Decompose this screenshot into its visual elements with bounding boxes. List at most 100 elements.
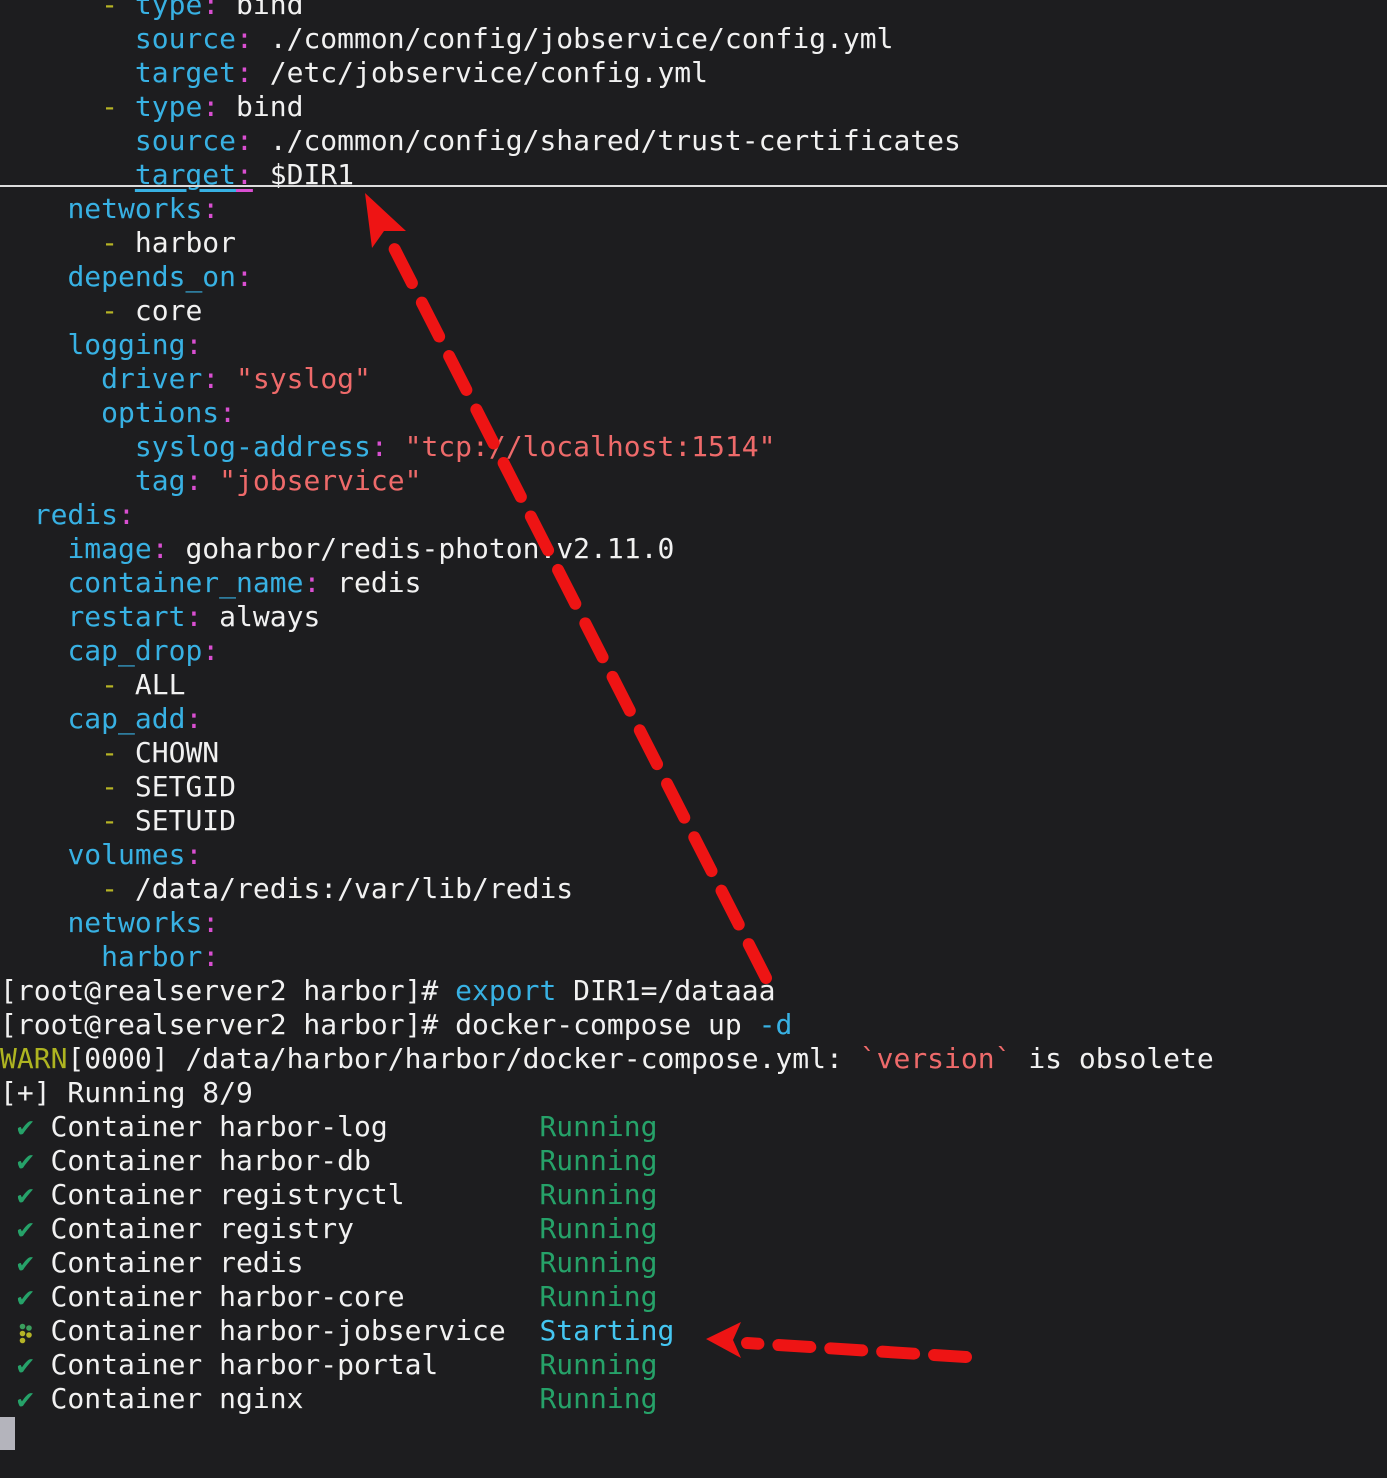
terminal-text-segment <box>0 294 101 327</box>
terminal-text-segment: : <box>202 634 219 667</box>
terminal-text-segment: "jobservice" <box>219 464 421 497</box>
terminal-text-segment: Container harbor-db <box>34 1144 540 1177</box>
terminal-text-segment <box>0 804 101 837</box>
terminal-text-segment <box>0 1382 17 1415</box>
terminal-text-segment <box>0 1110 17 1143</box>
terminal-line: tag: "jobservice" <box>0 464 1214 498</box>
terminal-line: - SETGID <box>0 770 1214 804</box>
terminal-text-segment <box>0 1348 17 1381</box>
terminal-text-segment: is obsolete <box>1011 1042 1213 1075</box>
terminal-text-segment: ./common/config/jobservice/config.yml <box>253 22 894 55</box>
terminal-line: source: ./common/config/shared/trust-cer… <box>0 124 1214 158</box>
terminal-text-segment: bind <box>219 0 303 21</box>
terminal-text-segment <box>0 940 101 973</box>
terminal-text-segment: Container registry <box>34 1212 540 1245</box>
terminal-line: harbor: <box>0 940 1214 974</box>
terminal-text-segment: Running <box>539 1110 657 1143</box>
terminal-text-segment <box>0 328 67 361</box>
terminal-text-segment: - <box>101 294 118 327</box>
terminal-text-segment <box>0 600 67 633</box>
terminal-text-segment: harbor <box>101 940 202 973</box>
terminal-line: depends_on: <box>0 260 1214 294</box>
terminal-line: ✔ Container harbor-log Running <box>0 1110 1214 1144</box>
check-icon: ✔ <box>17 1348 34 1382</box>
terminal-text-segment: /etc/jobservice/config.yml <box>253 56 708 89</box>
terminal-text-segment: source <box>135 22 236 55</box>
terminal-text-segment: "tcp://localhost:1514" <box>405 430 776 463</box>
terminal-line: - type: bind <box>0 90 1214 124</box>
terminal-text-segment <box>0 838 67 871</box>
terminal-text-segment <box>0 396 101 429</box>
terminal-text-segment: - <box>101 770 118 803</box>
terminal-text-segment: networks <box>67 906 202 939</box>
terminal-text-segment: "syslog" <box>236 362 371 395</box>
terminal-text-segment: : <box>202 906 219 939</box>
terminal-line: volumes: <box>0 838 1214 872</box>
terminal-text-segment: - <box>101 668 118 701</box>
terminal-line: ✔ Container harbor-db Running <box>0 1144 1214 1178</box>
terminal-text-segment: type <box>135 90 202 123</box>
terminal-line: - SETUID <box>0 804 1214 838</box>
terminal-line: cap_add: <box>0 702 1214 736</box>
terminal-text-segment: WARN <box>0 1042 67 1075</box>
terminal-text-segment: [0000] /data/harbor/harbor/docker-compos… <box>67 1042 859 1075</box>
terminal-text-segment: : <box>236 56 253 89</box>
terminal-line: - CHOWN <box>0 736 1214 770</box>
terminal-text-segment: : <box>202 940 219 973</box>
terminal-text-segment: Running <box>539 1348 657 1381</box>
terminal-line: ✔ Container harbor-core Running <box>0 1280 1214 1314</box>
terminal-text-segment <box>0 56 135 89</box>
terminal-line: ✔ Container registryctl Running <box>0 1178 1214 1212</box>
terminal-text-segment: DIR1=/dataaa <box>556 974 775 1007</box>
terminal-line: - type: bind <box>0 0 1214 22</box>
terminal-line: options: <box>0 396 1214 430</box>
terminal-text-segment <box>202 464 219 497</box>
terminal-text-segment: Running <box>539 1382 657 1415</box>
terminal-text-segment: options <box>101 396 219 429</box>
terminal-text-segment <box>0 124 135 157</box>
terminal-text-segment: type <box>135 0 202 21</box>
terminal-line: container_name: redis <box>0 566 1214 600</box>
terminal-text-segment: : <box>185 464 202 497</box>
terminal-text-segment: core <box>118 294 202 327</box>
terminal-text-segment: SETUID <box>118 804 236 837</box>
terminal-text-segment: bind <box>219 90 303 123</box>
terminal-text-segment <box>0 192 67 225</box>
terminal-line: driver: "syslog" <box>0 362 1214 396</box>
terminal-text-segment <box>0 770 101 803</box>
terminal-line: syslog-address: "tcp://localhost:1514" <box>0 430 1214 464</box>
terminal-text-segment <box>0 1280 17 1313</box>
terminal-text-segment <box>118 90 135 123</box>
terminal-text-segment <box>388 430 405 463</box>
terminal-text-segment: `version` <box>860 1042 1012 1075</box>
terminal-text-segment: always <box>202 600 320 633</box>
terminal-line: ✔ Container nginx Running <box>0 1382 1214 1416</box>
terminal-text-segment: : <box>185 838 202 871</box>
terminal-text-segment <box>219 362 236 395</box>
check-icon: ✔ <box>17 1110 34 1144</box>
terminal-text-segment: : <box>202 192 219 225</box>
terminal-text-segment: restart <box>67 600 185 633</box>
terminal-text-segment <box>0 702 67 735</box>
terminal-text-segment: driver <box>101 362 202 395</box>
terminal-text-segment <box>0 532 67 565</box>
check-icon: ✔ <box>17 1382 34 1416</box>
terminal-text-segment: logging <box>67 328 185 361</box>
terminal-text-segment: Running <box>539 1280 657 1313</box>
terminal-text-segment: redis <box>34 498 118 531</box>
terminal-text-segment <box>0 22 135 55</box>
terminal-line: - ALL <box>0 668 1214 702</box>
terminal-text-segment: : <box>152 532 169 565</box>
terminal-line: restart: always <box>0 600 1214 634</box>
terminal-text-segment: Container harbor-jobservice <box>34 1314 540 1347</box>
terminal-text-segment: - <box>101 90 118 123</box>
terminal-text-segment: : <box>219 396 236 429</box>
terminal-line: image: goharbor/redis-photon:v2.11.0 <box>0 532 1214 566</box>
terminal-text-segment <box>0 498 34 531</box>
terminal-text-segment: : <box>118 498 135 531</box>
terminal-text-segment <box>118 0 135 21</box>
terminal-text-segment: Running <box>539 1212 657 1245</box>
terminal-text-segment <box>0 872 101 905</box>
check-icon: ✔ <box>17 1246 34 1280</box>
terminal-window: - type: bind source: ./common/config/job… <box>0 0 1387 1478</box>
